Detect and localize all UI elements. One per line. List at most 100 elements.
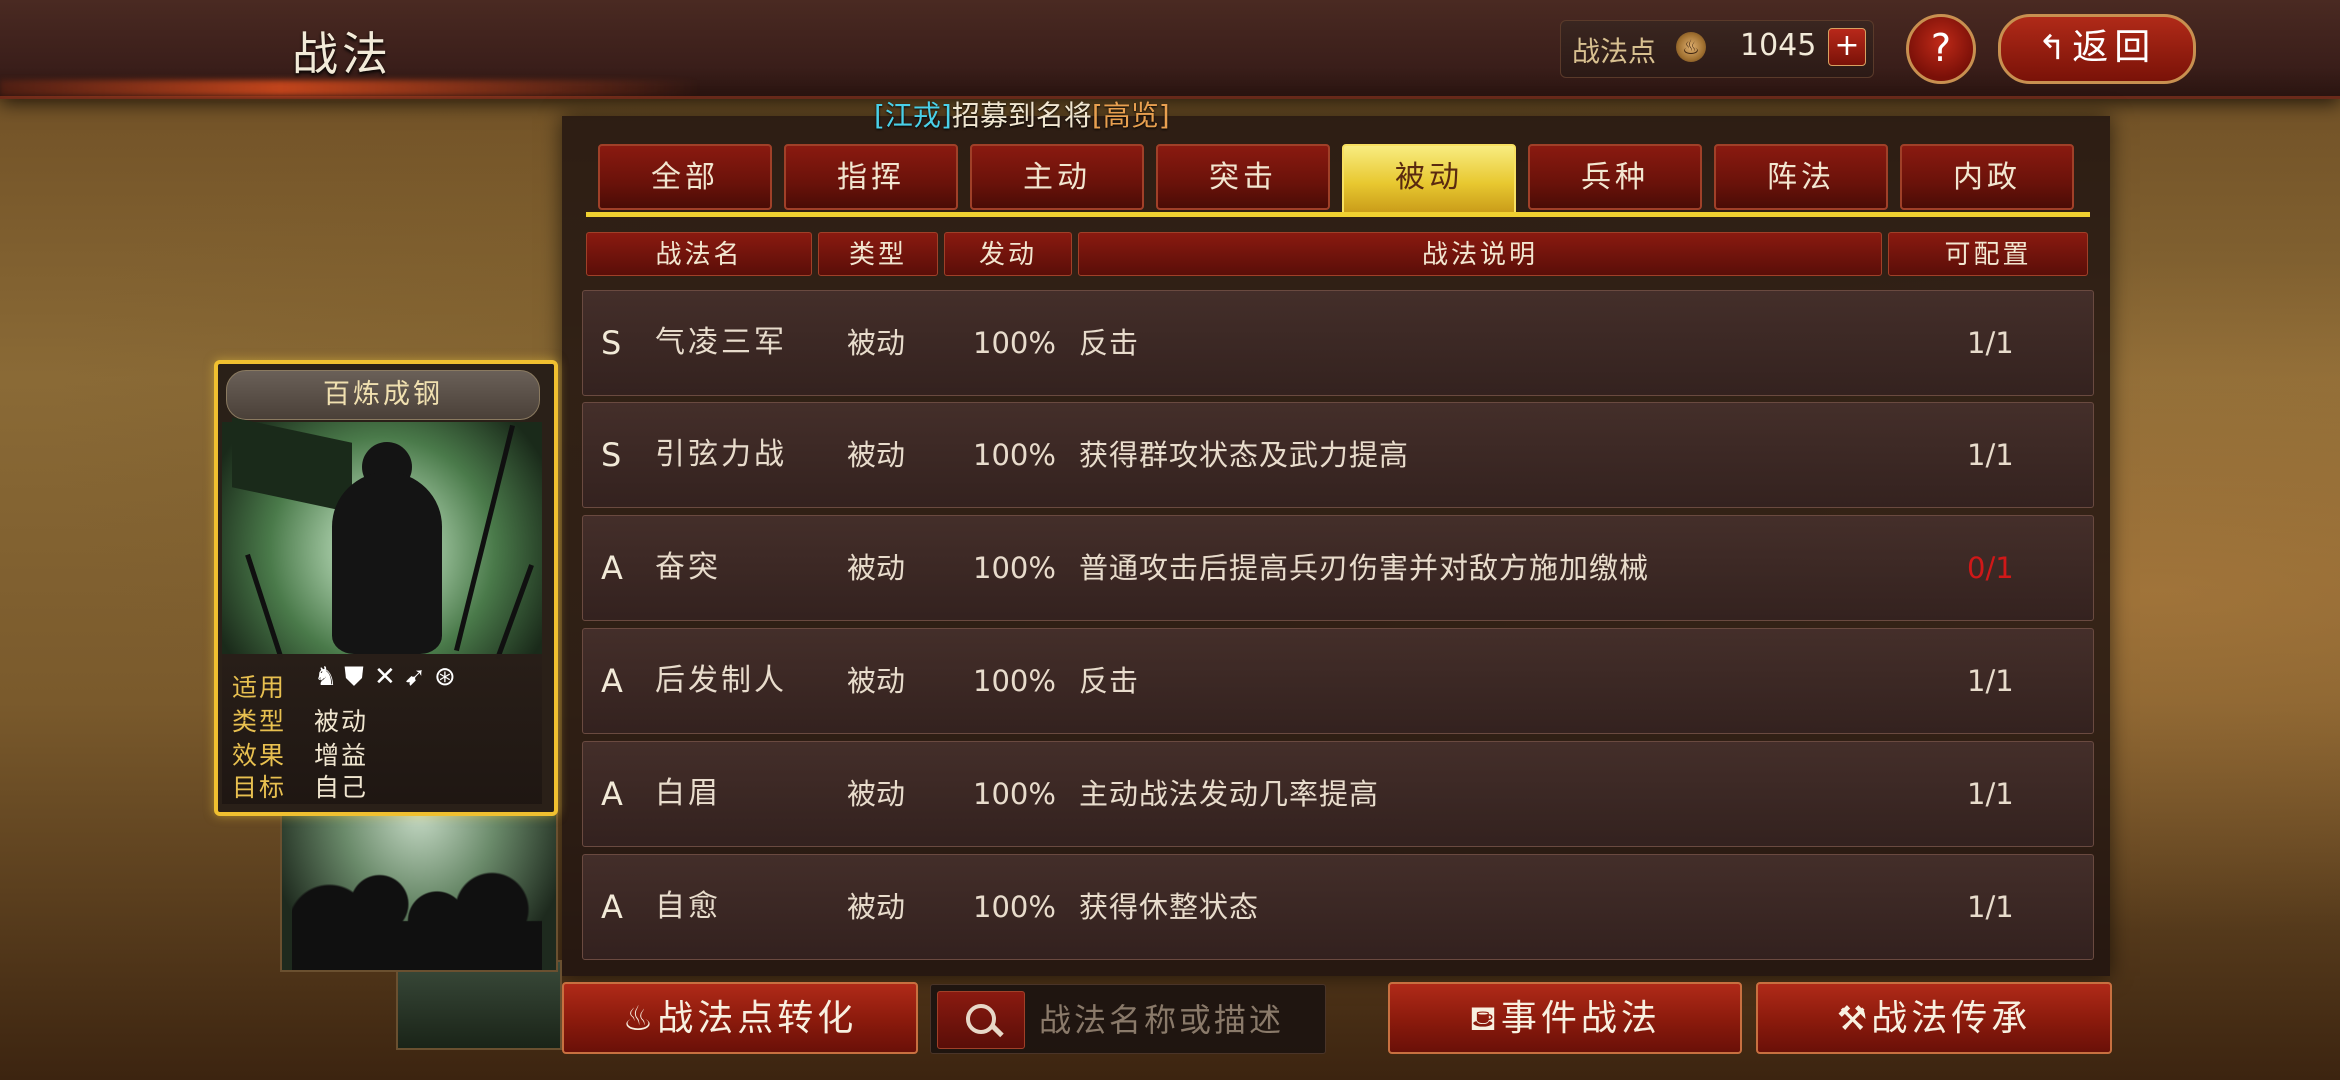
search-icon-handle xyxy=(990,1023,1004,1038)
tactic-points-value: 1045 xyxy=(1740,28,1817,63)
tactic-card[interactable]: 百炼成钢 适用 ♞⛊✕➹⊛ 类型 被动 效果 增益 目标 自己 xyxy=(214,360,558,816)
tactic-type: 被动 xyxy=(847,438,906,472)
help-button[interactable]: ? xyxy=(1906,14,1976,84)
col-header-name[interactable]: 战法名 xyxy=(586,232,812,276)
back-button[interactable]: ↰ 返回 xyxy=(1998,14,2196,84)
tactic-row[interactable]: A 白眉 被动 100% 主动战法发动几率提高 1/1 xyxy=(582,741,2094,847)
event-tactics-button[interactable]: ⛾ 事件战法 xyxy=(1388,982,1742,1054)
column-headers: 战法名 类型 发动 战法说明 可配置 xyxy=(0,232,2340,278)
tactic-type: 被动 xyxy=(847,777,906,811)
search-box xyxy=(930,984,1326,1054)
col-header-count[interactable]: 可配置 xyxy=(1888,232,2088,276)
tactic-count: 1/1 xyxy=(1967,438,2014,472)
convert-points-button[interactable]: ♨ 战法点转化 xyxy=(562,982,918,1054)
tactic-rate: 100% xyxy=(973,551,1056,585)
recruit-notice: [江戎]招募到名将[高览] xyxy=(874,94,1170,134)
tactic-type: 被动 xyxy=(847,551,906,585)
card-effect-label: 效果 xyxy=(232,741,287,770)
archer-icon: ✕ xyxy=(374,662,406,692)
notice-text: 招募到名将 xyxy=(951,99,1092,132)
tactic-row[interactable]: S 引弦力战 被动 100% 获得群攻状态及武力提高 1/1 xyxy=(582,402,2094,508)
tactic-grade: A xyxy=(601,888,623,926)
tactic-grade: S xyxy=(601,436,622,474)
warrior-art xyxy=(332,472,442,654)
tactic-count: 1/1 xyxy=(1967,777,2014,811)
notice-player-name: [江戎] xyxy=(874,99,952,132)
banner-art xyxy=(232,417,352,513)
tactic-description: 获得休整状态 xyxy=(1079,890,1260,924)
tab-active[interactable]: 主动 xyxy=(970,144,1144,210)
tactic-inherit-label: 战法传承 xyxy=(1871,998,2032,1039)
tactic-rate: 100% xyxy=(973,326,1056,360)
tab-troop[interactable]: 兵种 xyxy=(1528,144,1702,210)
tactic-row[interactable]: A 后发制人 被动 100% 反击 1/1 xyxy=(582,628,2094,734)
tactic-row[interactable]: S 气凌三军 被动 100% 反击 1/1 xyxy=(582,290,2094,396)
tactic-rate: 100% xyxy=(973,890,1056,924)
tactic-description: 反击 xyxy=(1079,664,1140,698)
flame-icon: ♨ xyxy=(1676,32,1706,62)
tactic-count: 1/1 xyxy=(1967,890,2014,924)
event-tactics-label: 事件战法 xyxy=(1500,998,1661,1039)
tactic-name: 气凌三军 xyxy=(655,325,787,360)
add-points-button[interactable]: + xyxy=(1828,28,1866,66)
scroll-icon: ⛾ xyxy=(1469,999,1497,1039)
tab-all[interactable]: 全部 xyxy=(598,144,772,210)
tactic-name: 引弦力战 xyxy=(655,437,787,472)
page-title: 战法 xyxy=(292,27,392,81)
tactic-type: 被动 xyxy=(847,664,906,698)
tactic-row[interactable]: A 自愈 被动 100% 获得休整状态 1/1 xyxy=(582,854,2094,960)
cavalry-icon: ♞ xyxy=(314,662,348,692)
tactic-rate: 100% xyxy=(973,664,1056,698)
tactic-name: 奋突 xyxy=(655,550,721,585)
siege-icon: ⊛ xyxy=(434,662,466,692)
card-target-value: 自己 xyxy=(314,773,369,802)
spear-art xyxy=(245,553,284,661)
card-stack-back xyxy=(396,960,562,1050)
shield-icon: ⛊ xyxy=(344,662,374,692)
spear-icon: ➹ xyxy=(404,662,436,692)
card-stack-middle xyxy=(280,790,558,972)
tactic-type: 被动 xyxy=(847,326,906,360)
spear-art xyxy=(454,424,515,652)
card-type-label: 类型 xyxy=(232,707,287,736)
card-art xyxy=(222,417,542,661)
card-effect-value: 增益 xyxy=(314,741,369,770)
tab-assault[interactable]: 突击 xyxy=(1156,144,1330,210)
col-header-rate[interactable]: 发动 xyxy=(944,232,1072,276)
col-header-desc: 战法说明 xyxy=(1078,232,1882,276)
hammer-icon: ⚒ xyxy=(1836,999,1868,1039)
tactic-row[interactable]: A 奋突 被动 100% 普通攻击后提高兵刃伤害并对敌方施加缴械 0/1 xyxy=(582,515,2094,621)
tactic-type: 被动 xyxy=(847,890,906,924)
notice-hero-name: [高览] xyxy=(1091,99,1170,132)
back-arrow-icon: ↰ xyxy=(2037,28,2067,68)
flame-icon: ♨ xyxy=(622,999,654,1039)
tactic-description: 获得群攻状态及武力提高 xyxy=(1079,438,1410,472)
search-input[interactable] xyxy=(1037,995,1321,1045)
tactic-count: 0/1 xyxy=(1967,551,2014,585)
spear-art xyxy=(495,564,534,660)
card-apply-label: 适用 xyxy=(232,673,287,702)
tactic-grade: A xyxy=(601,549,623,587)
tab-command[interactable]: 指挥 xyxy=(784,144,958,210)
tab-underline xyxy=(586,212,2090,217)
tactic-name: 自愈 xyxy=(655,889,721,924)
tactic-inherit-button[interactable]: ⚒ 战法传承 xyxy=(1756,982,2112,1054)
tactic-grade: A xyxy=(601,662,623,700)
search-button[interactable] xyxy=(937,991,1025,1049)
col-header-type[interactable]: 类型 xyxy=(818,232,938,276)
tactic-name: 后发制人 xyxy=(655,663,787,698)
tactic-description: 反击 xyxy=(1079,326,1140,360)
tab-internal[interactable]: 内政 xyxy=(1900,144,2074,210)
tactic-grade: S xyxy=(601,324,622,362)
tactic-grade: A xyxy=(601,775,623,813)
category-tabs: 全部 指挥 主动 突击 被动 兵种 阵法 内政 xyxy=(598,144,2074,216)
card-title: 百炼成钢 xyxy=(226,370,540,420)
tactic-count: 1/1 xyxy=(1967,326,2014,360)
tab-formation[interactable]: 阵法 xyxy=(1714,144,1888,210)
troop-icons: ♞⛊✕➹⊛ xyxy=(314,662,464,693)
tactic-description: 普通攻击后提高兵刃伤害并对敌方施加缴械 xyxy=(1079,551,1650,585)
tactic-rate: 100% xyxy=(973,777,1056,811)
tactic-count: 1/1 xyxy=(1967,664,2014,698)
tab-passive[interactable]: 被动 xyxy=(1342,144,1516,216)
tactic-description: 主动战法发动几率提高 xyxy=(1079,777,1380,811)
